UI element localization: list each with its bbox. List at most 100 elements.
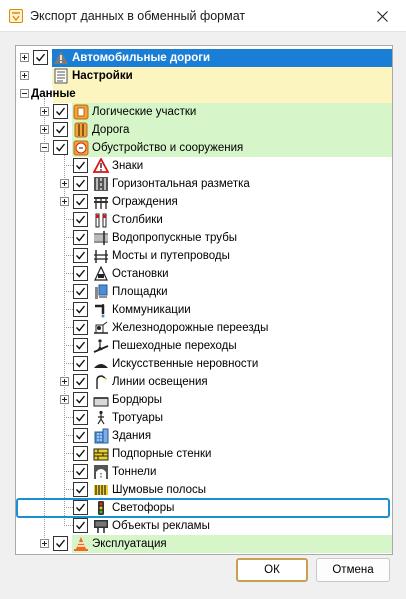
checkbox[interactable] [53, 536, 68, 551]
checkbox[interactable] [73, 284, 88, 299]
tree-row[interactable]: Водопропускные трубы [16, 229, 392, 247]
checkbox[interactable] [33, 50, 48, 65]
checkbox[interactable] [73, 518, 88, 533]
tree-row[interactable]: Шумовые полосы [16, 481, 392, 499]
settings-list-icon [54, 68, 68, 84]
checkbox[interactable] [73, 320, 88, 335]
tree-connector [64, 363, 73, 364]
tree-row[interactable]: Горизонтальная разметка [16, 175, 392, 193]
checkmark-icon [75, 269, 86, 278]
tree-item-label-эксплуатация: Эксплуатация [92, 538, 167, 550]
expand-toggle[interactable] [60, 395, 69, 404]
tree-connector [64, 219, 73, 220]
billboard-icon [94, 520, 108, 533]
tree-item-label-знаки: Знаки [112, 160, 144, 172]
expand-toggle[interactable] [60, 377, 69, 386]
building-icon [94, 428, 109, 444]
checkmark-icon [75, 287, 86, 296]
tree-row[interactable]: Тротуары [16, 409, 392, 427]
tree-row[interactable]: Бордюры [16, 391, 392, 409]
tree-row[interactable]: Объекты рекламы [16, 517, 392, 535]
tree-connector [64, 255, 73, 256]
tree-row[interactable]: Эксплуатация [16, 535, 392, 553]
tree-row[interactable]: Мосты и путепроводы [16, 247, 392, 265]
tree-row[interactable]: Данные [16, 85, 392, 103]
tree-row[interactable]: Автомобильные дороги [16, 49, 392, 67]
checkbox[interactable] [73, 194, 88, 209]
checkbox[interactable] [73, 482, 88, 497]
tree-row[interactable]: Подпорные стенки [16, 445, 392, 463]
checkbox[interactable] [73, 302, 88, 317]
tree-item-label-бордюры: Бордюры [112, 394, 163, 406]
export-app-icon [9, 9, 23, 23]
checkmark-icon [55, 143, 66, 152]
checkbox[interactable] [53, 104, 68, 119]
tree-row[interactable]: Настройки [16, 67, 392, 85]
checkbox[interactable] [73, 230, 88, 245]
tree-row[interactable]: Ограждения [16, 193, 392, 211]
tree-row[interactable]: Тоннели [16, 463, 392, 481]
checkbox[interactable] [73, 158, 88, 173]
tree-item-label-настройки: Настройки [72, 70, 133, 82]
tree-row[interactable]: Знаки [16, 157, 392, 175]
tree-row[interactable]: Железнодорожные переезды [16, 319, 392, 337]
checkmark-icon [75, 377, 86, 386]
expand-toggle[interactable] [60, 179, 69, 188]
road-warning-icon [54, 51, 68, 64]
checkbox[interactable] [73, 176, 88, 191]
speed-sign-icon [73, 140, 89, 156]
checkmark-icon [75, 323, 86, 332]
tree-connector [64, 237, 73, 238]
expand-toggle[interactable] [20, 53, 29, 62]
close-button[interactable] [362, 0, 402, 32]
retaining-wall-icon [93, 448, 109, 461]
expand-toggle[interactable] [40, 539, 49, 548]
road-marking-icon [94, 177, 108, 191]
tree-connector [64, 291, 73, 292]
tree-row[interactable]: Дорога [16, 121, 392, 139]
bus-stop-icon [94, 266, 108, 281]
checkbox[interactable] [73, 392, 88, 407]
checkbox[interactable] [73, 356, 88, 371]
tree-connector [64, 273, 73, 274]
cancel-button[interactable]: Отмена [316, 558, 390, 582]
checkbox[interactable] [73, 248, 88, 263]
checkbox[interactable] [73, 374, 88, 389]
checkbox[interactable] [53, 122, 68, 137]
tree-row[interactable]: Искусственные неровности [16, 355, 392, 373]
checkbox[interactable] [73, 266, 88, 281]
checkbox[interactable] [73, 338, 88, 353]
export-tree[interactable]: Автомобильные дороги Настройки Данные Логич… [15, 45, 393, 555]
tree-item-label-автомобильные-дороги: Автомобильные дороги [72, 52, 211, 64]
checkbox[interactable] [73, 464, 88, 479]
collapse-toggle[interactable] [20, 89, 29, 98]
tree-item-label-обустройство-и-сооружения: Обустройство и сооружения [92, 142, 244, 154]
expand-toggle[interactable] [20, 71, 29, 80]
checkbox[interactable] [73, 446, 88, 461]
checkbox[interactable] [73, 428, 88, 443]
expand-toggle[interactable] [40, 107, 49, 116]
tree-row[interactable]: Линии освещения [16, 373, 392, 391]
tree-row[interactable]: Столбики [16, 211, 392, 229]
tree-row[interactable]: Коммуникации [16, 301, 392, 319]
tree-row[interactable]: Логические участки [16, 103, 392, 121]
tree-row[interactable]: Остановки [16, 265, 392, 283]
ok-button[interactable]: ОК [236, 558, 308, 582]
checkmark-icon [75, 179, 86, 188]
expand-toggle[interactable] [40, 125, 49, 134]
checkbox[interactable] [73, 410, 88, 425]
barrier-icon [94, 197, 108, 209]
checkmark-icon [75, 467, 86, 476]
tree-item-label-логические-участки: Логические участки [92, 106, 197, 118]
checkbox[interactable] [73, 212, 88, 227]
tree-connector [64, 417, 73, 418]
tree-row[interactable]: Обустройство и сооружения [16, 139, 392, 157]
checkmark-icon [75, 197, 86, 206]
expand-toggle[interactable] [60, 197, 69, 206]
tree-row[interactable]: Здания [16, 427, 392, 445]
speed-bump-icon [94, 364, 108, 368]
tree-row[interactable]: Пешеходные переходы [16, 337, 392, 355]
tree-row[interactable]: Площадки [16, 283, 392, 301]
checkbox[interactable] [53, 140, 68, 155]
collapse-toggle[interactable] [40, 143, 49, 152]
